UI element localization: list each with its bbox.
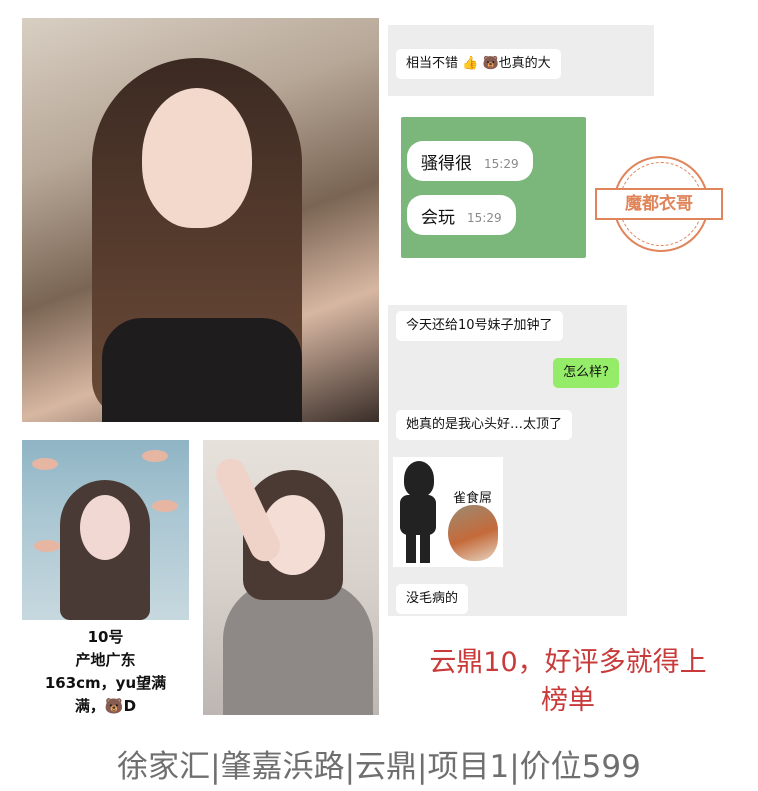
- photo-selfie: [203, 440, 379, 715]
- headline-line: 云鼎10，好评多就得上: [429, 647, 707, 678]
- headline-line: 榜单: [541, 685, 595, 716]
- meme-sticker: 雀食屌: [393, 457, 503, 567]
- green-chat-card: 骚得很 15:29 会玩 15:29: [401, 117, 586, 258]
- headline: 云鼎10，好评多就得上 榜单: [388, 644, 748, 720]
- sticker-figure: [398, 461, 438, 563]
- profile-caption: 10号 产地广东 163cm，yu望满 满，🐻D: [22, 626, 189, 718]
- footer-text: 徐家汇|肇嘉浜路|云鼎|项目1|价位599: [117, 749, 641, 785]
- chat-message-time: 15:29: [484, 157, 519, 171]
- main-photo: [22, 18, 379, 422]
- chat-screenshot-1: 相当不错 👍 🐻也真的大: [388, 25, 654, 96]
- chat-message-self: 怎么样?: [553, 358, 619, 388]
- stamp-label: 魔都衣哥: [595, 188, 723, 220]
- photo-top: [223, 580, 373, 715]
- caption-line: 满，🐻D: [74, 697, 137, 715]
- chat-message: 今天还给10号妹子加钟了: [396, 311, 563, 341]
- caption-line: 163cm，yu望满: [44, 674, 167, 692]
- chat-message: 会玩 15:29: [407, 195, 516, 235]
- chat-message: 相当不错 👍 🐻也真的大: [396, 49, 561, 79]
- chat-message-text: 会玩: [421, 207, 455, 228]
- photo-aquarium: [22, 440, 189, 620]
- photo-face: [80, 495, 130, 560]
- brand-stamp: 魔都衣哥: [595, 156, 725, 256]
- bird-icon: [448, 505, 498, 561]
- chat-message: 骚得很 15:29: [407, 141, 533, 181]
- chat-screenshot-2: 今天还给10号妹子加钟了 怎么样? 她真的是我心头好…太顶了 雀食屌 没毛病的: [388, 305, 627, 616]
- caption-line: 产地广东: [75, 651, 136, 669]
- chat-message: 她真的是我心头好…太顶了: [396, 410, 573, 440]
- photo-face: [142, 88, 252, 228]
- chat-message-time: 15:29: [467, 211, 502, 225]
- sticker-caption: 雀食屌: [453, 491, 493, 506]
- chat-message: 没毛病的: [396, 584, 469, 614]
- photo-top: [102, 318, 302, 422]
- caption-line: 10号: [87, 628, 124, 646]
- chat-message-text: 骚得很: [421, 153, 472, 174]
